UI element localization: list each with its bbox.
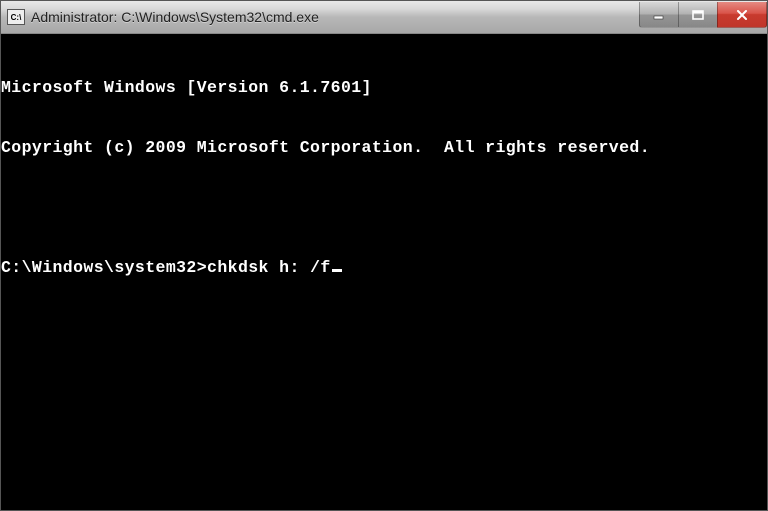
cmd-window: C:\ Administrator: C:\Windows\System32\c… (0, 0, 768, 511)
window-title: Administrator: C:\Windows\System32\cmd.e… (31, 9, 640, 25)
close-button[interactable] (717, 2, 767, 28)
prompt-text: C:\Windows\system32> (1, 258, 207, 278)
maximize-button[interactable] (678, 2, 718, 28)
version-line: Microsoft Windows [Version 6.1.7601] (1, 78, 767, 98)
copyright-line: Copyright (c) 2009 Microsoft Corporation… (1, 138, 767, 158)
maximize-icon (692, 10, 704, 20)
cursor (332, 269, 342, 272)
command-text: chkdsk h: /f (207, 258, 331, 278)
minimize-button[interactable] (639, 2, 679, 28)
minimize-icon (653, 10, 665, 20)
blank-line (1, 198, 767, 218)
cmd-icon: C:\ (7, 9, 25, 25)
terminal-area[interactable]: Microsoft Windows [Version 6.1.7601] Cop… (1, 34, 767, 510)
titlebar[interactable]: C:\ Administrator: C:\Windows\System32\c… (1, 1, 767, 34)
prompt-line: C:\Windows\system32>chkdsk h: /f (1, 258, 767, 278)
close-icon (736, 10, 748, 20)
window-controls (640, 2, 767, 28)
